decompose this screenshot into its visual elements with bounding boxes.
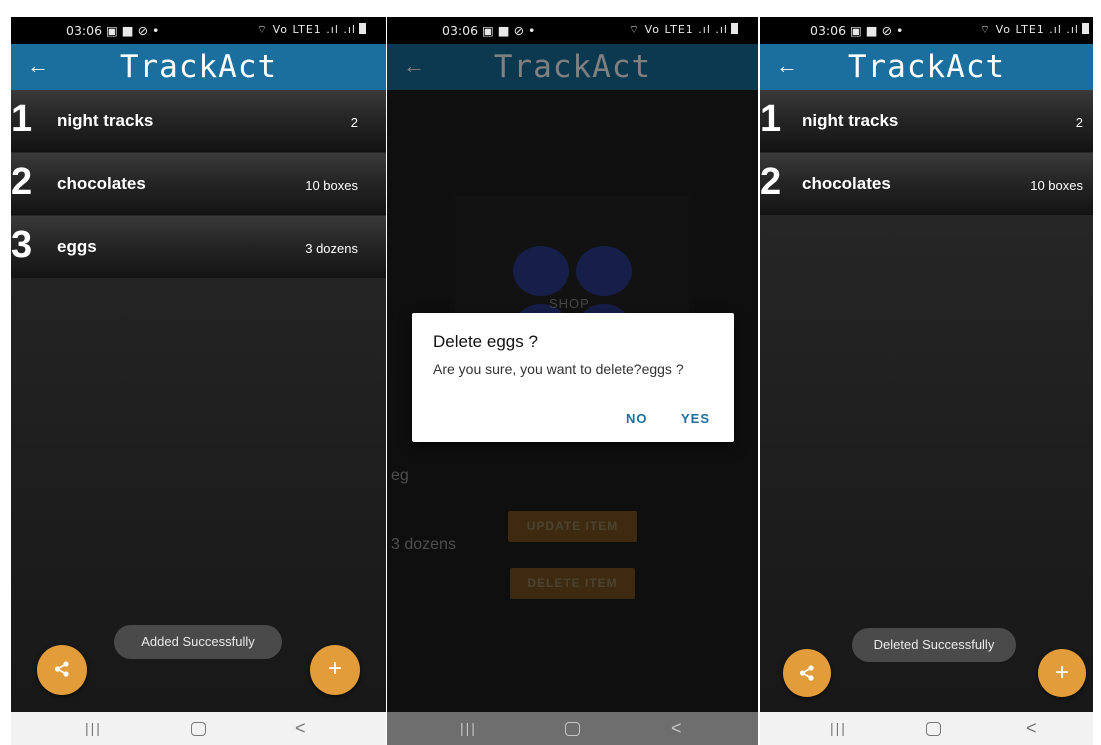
item-quantity: 2 — [1075, 115, 1083, 130]
app-title: TrackAct — [847, 49, 1006, 85]
signal-icon: ⌔ Vo LTE1 .ıl .ıl — [979, 23, 1079, 36]
list-item[interactable]: 1 night tracks 2 — [11, 90, 386, 152]
item-number: 1 — [11, 98, 33, 140]
nav-back-button[interactable]: < — [295, 718, 306, 739]
list-item[interactable]: 1 night tracks 2 — [760, 90, 1093, 152]
item-number: 2 — [11, 161, 33, 203]
item-quantity: 10 boxes — [305, 178, 358, 193]
recent-apps-button[interactable]: ||| — [830, 720, 847, 736]
nav-back-button[interactable]: < — [1026, 718, 1037, 739]
status-bar: 03:06 ▣ ■ ⊘ • ⌔ Vo LTE1 .ıl .ıl — [760, 17, 1093, 44]
item-name: night tracks — [802, 111, 899, 130]
screen-deleted: 03:06 ▣ ■ ⊘ • ⌔ Vo LTE1 .ıl .ıl ← TrackA… — [760, 17, 1093, 745]
dialog-title: Delete eggs ? — [433, 332, 538, 351]
item-name: chocolates — [802, 174, 891, 193]
nav-bar: ||| < — [11, 712, 386, 745]
item-name: chocolates — [57, 174, 146, 193]
battery-icon — [1082, 23, 1089, 34]
toast-added: Added Successfully — [114, 625, 282, 659]
home-button[interactable] — [565, 722, 580, 736]
screen-delete-dialog: 03:06 ▣ ■ ⊘ • ⌔ Vo LTE1 .ıl .ıl ← TrackA… — [387, 17, 758, 745]
share-button[interactable] — [37, 645, 87, 695]
status-time: 03:06 ▣ ■ ⊘ • — [66, 23, 160, 38]
signal-icon: ⌔ Vo LTE1 .ıl .ıl — [256, 23, 356, 36]
add-item-button[interactable]: + — [310, 645, 360, 695]
battery-icon — [359, 23, 366, 34]
app-bar: ← TrackAct — [760, 44, 1093, 90]
recent-apps-button[interactable]: ||| — [85, 720, 102, 736]
item-number: 3 — [11, 224, 33, 266]
list-item[interactable]: 2 chocolates 10 boxes — [760, 153, 1093, 215]
status-icons: ⌔ Vo LTE1 .ıl .ıl — [257, 23, 366, 37]
item-list: 1 night tracks 2 2 chocolates 10 boxes — [760, 90, 1093, 712]
item-number: 1 — [760, 98, 782, 140]
item-list: 1 night tracks 2 2 chocolates 10 boxes 3… — [11, 90, 386, 712]
item-number: 2 — [760, 161, 782, 203]
share-button[interactable] — [783, 649, 831, 697]
battery-icon — [731, 23, 738, 34]
item-quantity: 2 — [350, 115, 358, 130]
item-quantity: 10 boxes — [1030, 178, 1083, 193]
status-icons: ⌔ Vo LTE1 .ıl .ıl — [980, 23, 1089, 37]
dialog-message: Are you sure, you want to delete?eggs ? — [433, 361, 684, 377]
home-button[interactable] — [926, 722, 941, 736]
nav-back-button[interactable]: < — [671, 718, 682, 739]
status-time: 03:06 ▣ ■ ⊘ • — [810, 23, 904, 38]
toast-deleted: Deleted Successfully — [852, 628, 1016, 662]
nav-bar: ||| < — [760, 712, 1093, 745]
dialog-no-button[interactable]: NO — [626, 411, 648, 426]
app-bar: ← TrackAct — [11, 44, 386, 90]
share-icon — [799, 665, 814, 681]
recent-apps-button[interactable]: ||| — [460, 720, 477, 736]
status-bar: 03:06 ▣ ■ ⊘ • ⌔ Vo LTE1 .ıl .ıl — [387, 17, 758, 44]
dialog-yes-button[interactable]: YES — [681, 411, 710, 426]
list-item[interactable]: 3 eggs 3 dozens — [11, 216, 386, 278]
app-title: TrackAct — [493, 49, 652, 85]
share-icon — [54, 661, 69, 677]
item-name: night tracks — [57, 111, 154, 130]
item-name: eggs — [57, 237, 97, 256]
status-time: 03:06 ▣ ■ ⊘ • — [442, 23, 536, 38]
delete-dialog: Delete eggs ? Are you sure, you want to … — [412, 313, 734, 442]
item-quantity: 3 dozens — [305, 241, 358, 256]
home-button[interactable] — [191, 722, 206, 736]
status-icons: ⌔ Vo LTE1 .ıl .ıl — [629, 23, 738, 37]
signal-icon: ⌔ Vo LTE1 .ıl .ıl — [628, 23, 728, 36]
list-item[interactable]: 2 chocolates 10 boxes — [11, 153, 386, 215]
nav-bar: ||| < — [387, 712, 758, 745]
status-bar: 03:06 ▣ ■ ⊘ • ⌔ Vo LTE1 .ıl .ıl — [11, 17, 386, 44]
screen-added: 03:06 ▣ ■ ⊘ • ⌔ Vo LTE1 .ıl .ıl ← TrackA… — [11, 17, 386, 745]
app-bar: ← TrackAct — [387, 44, 758, 90]
app-title: TrackAct — [119, 49, 278, 85]
add-item-button[interactable]: + — [1038, 649, 1086, 697]
